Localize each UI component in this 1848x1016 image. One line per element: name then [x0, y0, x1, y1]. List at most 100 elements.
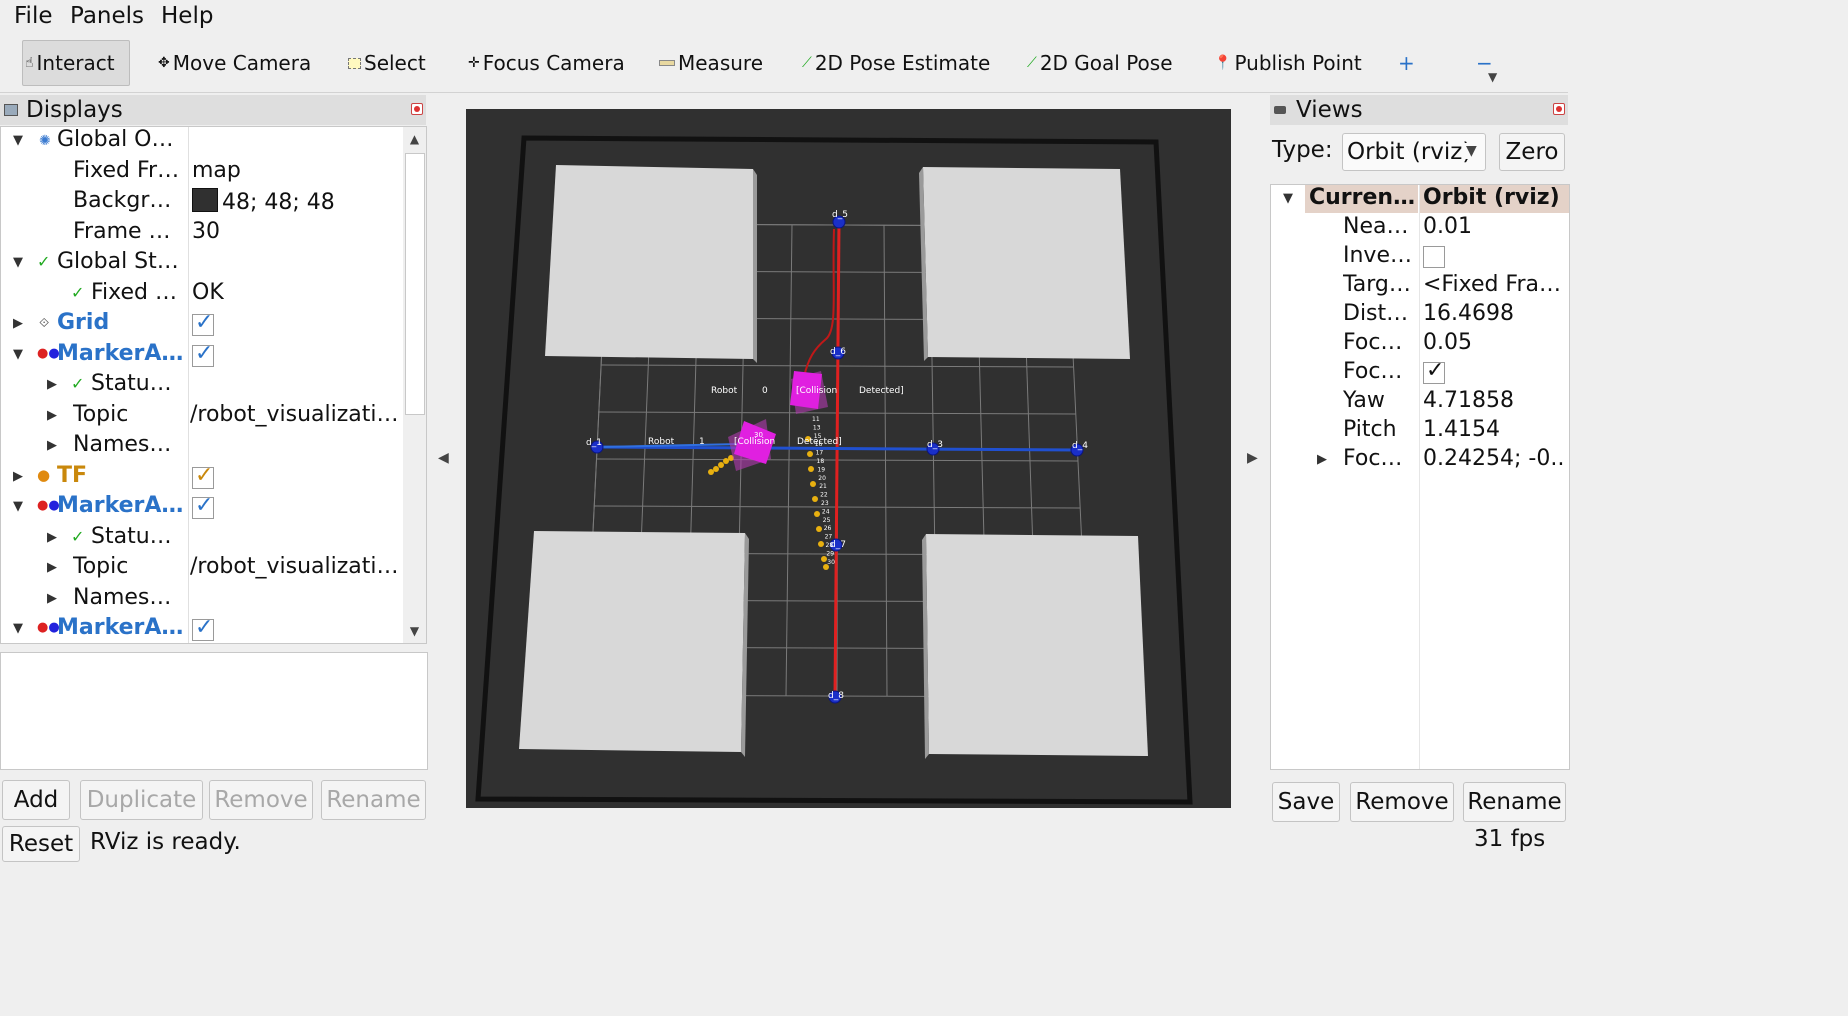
view-row-focal-point[interactable]: ▶ Foc… 0.24254; -0.…: [1271, 446, 1569, 475]
duplicate-display-button[interactable]: Duplicate: [80, 780, 203, 820]
tree-row-global-options[interactable]: ▼ ✺ Global O…: [1, 127, 404, 157]
expand-down-icon[interactable]: ▼: [13, 499, 25, 514]
rename-display-button[interactable]: Rename: [321, 780, 426, 820]
camera-icon: [1274, 106, 1286, 114]
pose-estimate-tool-button[interactable]: ⟋ 2D Pose Estimate: [802, 46, 990, 80]
expand-down-icon[interactable]: ▼: [13, 255, 25, 270]
scroll-thumb[interactable]: [405, 153, 425, 415]
menu-help[interactable]: Help: [161, 3, 213, 29]
fixed-frame-value[interactable]: map: [192, 158, 241, 183]
topic-value[interactable]: /robot_visualizati…: [190, 554, 399, 579]
toolbar-overflow-chevron-icon[interactable]: ▼: [1488, 70, 1497, 84]
expand-right-icon[interactable]: ▶: [47, 560, 59, 575]
close-icon[interactable]: [411, 103, 423, 115]
chevron-down-icon[interactable]: ▼: [1462, 143, 1481, 159]
color-swatch[interactable]: [192, 188, 218, 212]
focal-point-value[interactable]: 0.24254; -0.…: [1423, 446, 1567, 471]
topic-value[interactable]: /robot_visualizati…: [190, 402, 399, 427]
near-clip-value[interactable]: 0.01: [1423, 214, 1567, 239]
status-value: OK: [192, 280, 224, 305]
menu-file[interactable]: File: [14, 3, 53, 29]
tree-row-marker-array-3[interactable]: ▼ ●● MarkerA…: [1, 615, 404, 643]
tree-row-fixed-frame-status[interactable]: ✓ Fixed … OK: [1, 280, 404, 310]
add-display-button[interactable]: Add: [2, 780, 70, 820]
tree-row-status[interactable]: ▶ ✓ Statu…: [1, 371, 404, 401]
expand-right-icon[interactable]: ▶: [47, 408, 59, 423]
expand-right-icon[interactable]: ▶: [13, 316, 25, 331]
marker-array-enabled-checkbox[interactable]: [192, 615, 214, 643]
expand-right-icon[interactable]: ▶: [1317, 452, 1327, 467]
expand-right-icon[interactable]: ▶: [47, 377, 59, 392]
measure-tool-button[interactable]: Measure: [659, 46, 763, 80]
focus-camera-tool-button[interactable]: ✛ Focus Camera: [468, 46, 625, 80]
fps-counter: 31 fps: [1474, 826, 1546, 852]
tree-row-global-status[interactable]: ▼ ✓ Global St…: [1, 249, 404, 279]
reset-button[interactable]: Reset: [2, 826, 80, 862]
view-row-near-clip[interactable]: Nea… 0.01: [1271, 214, 1569, 243]
distance-value[interactable]: 16.4698: [1423, 301, 1567, 326]
menu-panels[interactable]: Panels: [70, 3, 144, 29]
tree-row-topic[interactable]: ▶ Topic /robot_visualizati…: [1, 554, 404, 584]
save-view-button[interactable]: Save: [1272, 782, 1340, 822]
marker-array-enabled-checkbox[interactable]: [192, 493, 214, 521]
view-row-pitch[interactable]: Pitch 1.4154: [1271, 417, 1569, 446]
grid-enabled-checkbox[interactable]: [192, 310, 214, 338]
tree-row-fixed-frame[interactable]: Fixed Fr… map: [1, 158, 404, 188]
select-tool-button[interactable]: Select: [348, 46, 426, 80]
rename-view-button[interactable]: Rename: [1463, 782, 1566, 822]
tree-row-tf[interactable]: ▶ ● TF: [1, 463, 404, 493]
tree-row-marker-array-2[interactable]: ▼ ●● MarkerA…: [1, 493, 404, 523]
add-tool-button[interactable]: +: [1398, 46, 1415, 80]
view-row-focal-shape-fixed[interactable]: Foc…: [1271, 359, 1569, 388]
tree-row-namespaces[interactable]: ▶ Names…: [1, 585, 404, 615]
background-color-value[interactable]: 48; 48; 48: [192, 188, 335, 215]
current-view-row[interactable]: ▼ Curren… Orbit (rviz): [1271, 185, 1569, 213]
move-camera-tool-button[interactable]: ✥ Move Camera: [158, 46, 311, 80]
view-row-distance[interactable]: Dist… 16.4698: [1271, 301, 1569, 330]
tf-enabled-checkbox[interactable]: [192, 463, 214, 491]
render-viewport[interactable]: d_5 d_6 d_1 d_3 d_4 d_7 d_8 Robot 0 Robo…: [466, 109, 1231, 808]
goal-pose-tool-button[interactable]: ⟋ 2D Goal Pose: [1027, 46, 1173, 80]
blue-path: [595, 445, 1078, 452]
focal-shape-fixed-checkbox[interactable]: [1423, 359, 1567, 387]
expand-right-icon[interactable]: ▶: [47, 438, 59, 453]
tree-row-status[interactable]: ▶ ✓ Statu…: [1, 524, 404, 554]
view-row-invert-z[interactable]: Inve…: [1271, 243, 1569, 272]
zero-button[interactable]: Zero: [1499, 133, 1565, 171]
pitch-value[interactable]: 1.4154: [1423, 417, 1567, 442]
close-icon[interactable]: [1553, 103, 1565, 115]
focal-shape-size-value[interactable]: 0.05: [1423, 330, 1567, 355]
expand-down-icon[interactable]: ▼: [13, 133, 25, 148]
expand-down-icon[interactable]: ▼: [13, 621, 25, 636]
frame-rate-value[interactable]: 30: [192, 219, 220, 244]
invert-z-checkbox[interactable]: [1423, 243, 1567, 271]
expand-right-icon[interactable]: ▶: [47, 591, 59, 606]
scroll-down-icon[interactable]: ▼: [403, 619, 426, 643]
tree-row-background-color[interactable]: Backgr… 48; 48; 48: [1, 188, 404, 218]
tree-row-namespaces[interactable]: ▶ Names…: [1, 432, 404, 462]
publish-point-tool-button[interactable]: 📍 Publish Point: [1214, 46, 1362, 80]
collapse-left-icon[interactable]: ◀: [438, 450, 449, 466]
ruler-icon: [659, 60, 675, 66]
view-row-focal-shape-size[interactable]: Foc… 0.05: [1271, 330, 1569, 359]
view-prop-label: Dist…: [1343, 301, 1409, 326]
tree-row-topic[interactable]: ▶ Topic /robot_visualizati…: [1, 402, 404, 432]
tree-row-marker-array-1[interactable]: ▼ ●● MarkerA…: [1, 341, 404, 371]
view-row-yaw[interactable]: Yaw 4.71858: [1271, 388, 1569, 417]
interact-tool-button[interactable]: ☝ Interact: [22, 40, 130, 86]
tree-row-grid[interactable]: ▶ ⟐ Grid: [1, 310, 404, 340]
view-row-target-frame[interactable]: Targ… <Fixed Fra…: [1271, 272, 1569, 301]
target-frame-value[interactable]: <Fixed Fra…: [1423, 272, 1567, 297]
tree-row-frame-rate[interactable]: Frame … 30: [1, 219, 404, 249]
expand-right-icon[interactable]: ▶: [47, 530, 59, 545]
remove-display-button[interactable]: Remove: [209, 780, 313, 820]
expand-down-icon[interactable]: ▼: [1283, 191, 1293, 206]
yaw-value[interactable]: 4.71858: [1423, 388, 1567, 413]
collapse-right-icon[interactable]: ▶: [1247, 450, 1258, 466]
expand-right-icon[interactable]: ▶: [13, 469, 25, 484]
scroll-up-icon[interactable]: ▲: [403, 127, 426, 151]
displays-scrollbar[interactable]: ▲ ▼: [403, 126, 427, 644]
expand-down-icon[interactable]: ▼: [13, 347, 25, 362]
remove-view-button[interactable]: Remove: [1350, 782, 1454, 822]
marker-array-enabled-checkbox[interactable]: [192, 341, 214, 369]
